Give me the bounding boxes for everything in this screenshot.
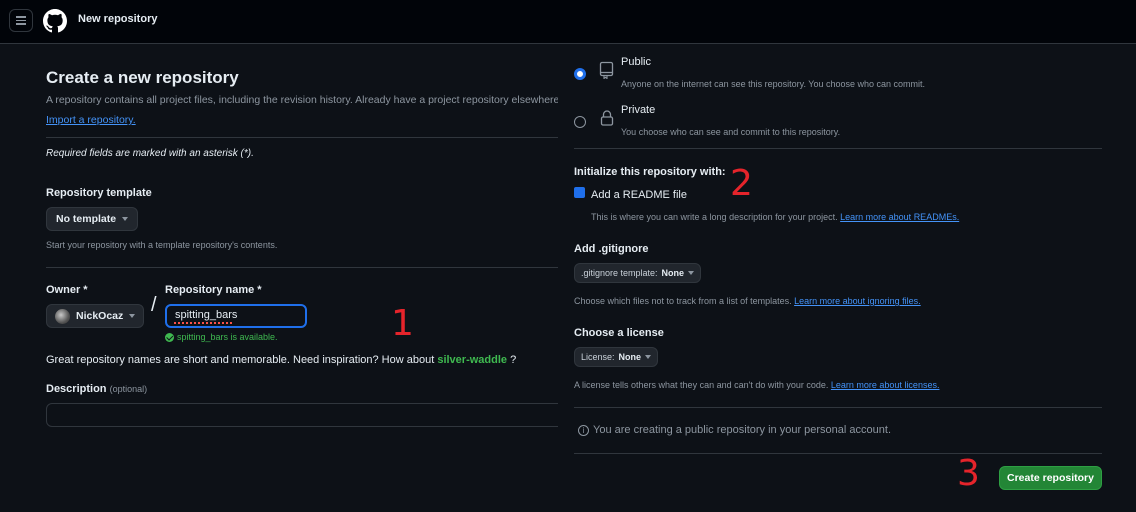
name-suggestion-link[interactable]: silver-waddle [437,354,507,366]
annotation-2: 2 [730,163,753,204]
chevron-down-icon [645,355,652,359]
license-dropdown-value: None [618,352,642,362]
chevron-down-icon [129,314,136,318]
check-circle-icon [165,332,174,342]
chevron-down-icon [688,271,695,275]
name-inspiration: Great repository names are short and mem… [46,354,516,366]
avatar [55,308,70,324]
info-note-text: You are creating a public repository in … [593,424,891,436]
template-help: Start your repository with a template re… [46,240,278,250]
readme-help-text: This is where you can write a long descr… [591,212,838,222]
import-repository-link[interactable]: Import a repository. [46,114,136,126]
private-title: Private [621,104,656,116]
right-column: Public Anyone on the internet can see th… [558,44,1136,512]
annotation-1: 1 [391,303,414,344]
license-dropdown[interactable]: License: None [574,347,659,367]
github-logo-icon[interactable] [43,9,67,33]
optional-tag: (optional) [109,384,148,394]
public-title: Public [621,56,651,68]
gitignore-dropdown-value: None [661,268,685,278]
description-label-text: Description [46,383,107,395]
private-description: You choose who can see and commit to thi… [621,127,841,137]
public-radio[interactable] [574,68,586,80]
divider [46,267,558,268]
owner-value: NickOcaz [76,310,124,322]
availability-text: spitting_bars is available. [177,332,278,342]
left-column: Create a new repository A repository con… [46,44,558,512]
initialize-heading: Initialize this repository with: [574,166,726,178]
annotation-3: 3 [957,453,980,494]
license-help-text: A license tells others what they can and… [574,380,829,390]
create-repository-button[interactable]: Create repository [999,466,1102,490]
info-note: i You are creating a public repository i… [578,424,891,436]
owner-dropdown[interactable]: NickOcaz [46,304,145,328]
repo-icon [599,61,614,79]
divider [574,453,1102,454]
repo-name-label: Repository name * [165,284,262,296]
private-radio[interactable] [574,116,586,128]
license-help: A license tells others what they can and… [574,380,939,390]
public-description: Anyone on the internet can see this repo… [621,79,926,89]
description-label: Description (optional) [46,383,147,395]
required-fields-note: Required fields are marked with an aster… [46,148,254,159]
divider [46,137,558,138]
learn-licenses-link[interactable]: Learn more about licenses. [831,380,940,390]
repo-name-input[interactable]: spitting_bars [165,304,307,328]
chevron-down-icon [122,217,129,221]
template-selected: No template [56,213,117,225]
gitignore-dropdown[interactable]: .gitignore template: None [574,263,702,283]
page-title: Create a new repository [46,68,239,87]
license-dropdown-prefix: License: [581,352,615,362]
repo-name-availability: spitting_bars is available. [165,332,278,342]
spellcheck-underline [174,322,232,324]
inspiration-suffix: ? [510,354,517,366]
owner-label: Owner * [46,284,88,296]
readme-checkbox[interactable] [574,187,585,198]
gitignore-help: Choose which files not to track from a l… [574,296,921,306]
readme-help: This is where you can write a long descr… [591,212,959,222]
divider [574,407,1102,408]
gitignore-label: Add .gitignore [574,243,649,255]
top-header: New repository [0,0,1136,44]
description-input[interactable] [46,403,558,427]
owner-repo-separator: / [151,294,157,316]
lock-icon [600,110,614,126]
inspiration-text: Great repository names are short and mem… [46,354,435,366]
license-label: Choose a license [574,327,664,339]
gitignore-help-text: Choose which files not to track from a l… [574,296,792,306]
readme-label[interactable]: Add a README file [591,189,687,201]
template-label: Repository template [46,187,152,199]
template-dropdown[interactable]: No template [46,207,139,231]
hamburger-menu-icon[interactable] [9,9,33,32]
divider [574,148,1102,149]
learn-readmes-link[interactable]: Learn more about READMEs. [840,212,959,222]
info-icon: i [578,424,589,436]
learn-ignoring-files-link[interactable]: Learn more about ignoring files. [794,296,921,306]
header-title: New repository [78,13,158,25]
page-subtitle: A repository contains all project files,… [46,94,558,106]
gitignore-dropdown-prefix: .gitignore template: [581,268,658,278]
